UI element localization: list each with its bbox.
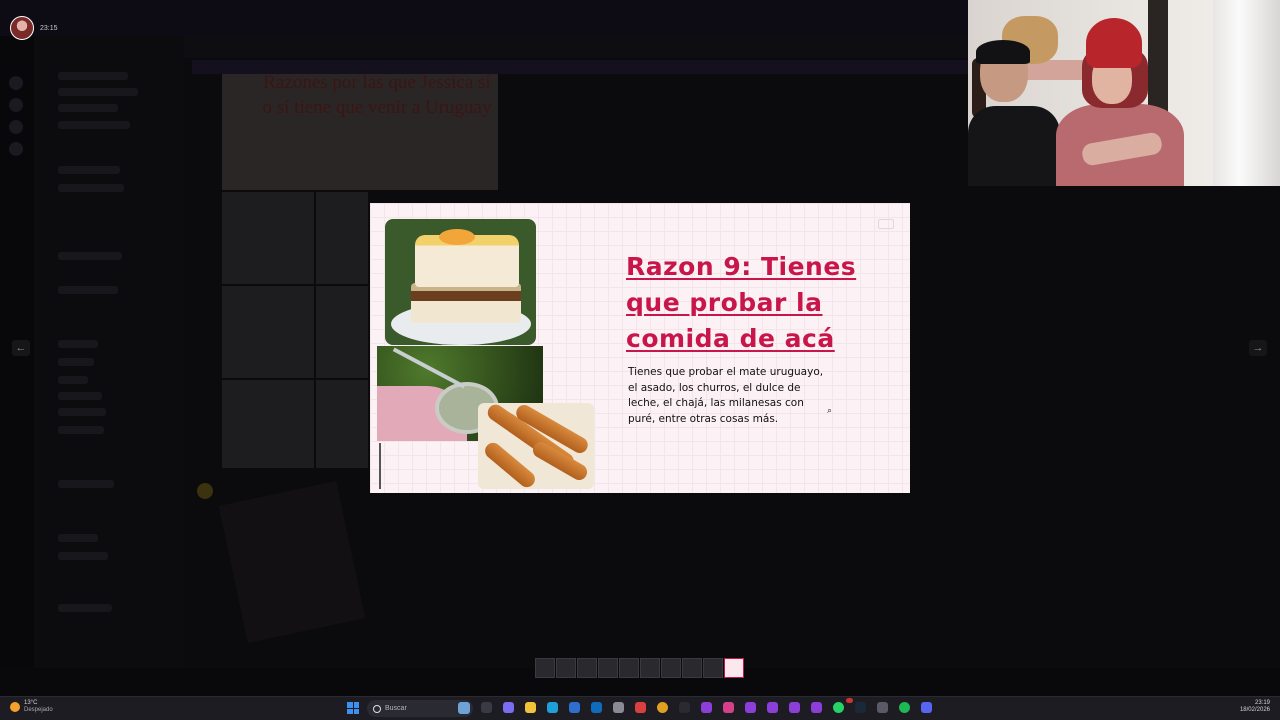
thumbnail[interactable]: [640, 658, 660, 678]
thumbnail-strip: [535, 658, 744, 678]
background-thumbnail: [222, 192, 314, 284]
thumbnail-active[interactable]: [724, 658, 744, 678]
server-icon[interactable]: [9, 98, 23, 112]
image-viewer-slide[interactable]: Razon 9: Tienes que probar la comida de …: [370, 203, 910, 493]
background-thumbnail: [316, 380, 368, 468]
twitch-icon[interactable]: [745, 702, 756, 713]
emoji-icon: [197, 483, 213, 499]
channel-list: [34, 36, 184, 696]
slide-title: Razon 9: Tienes que probar la comida de …: [626, 252, 857, 353]
server-icon[interactable]: [9, 76, 23, 90]
app-title-bar: [0, 0, 968, 36]
next-image-button[interactable]: →: [1249, 340, 1267, 356]
channel-item[interactable]: [58, 358, 94, 366]
steam-icon[interactable]: [855, 702, 866, 713]
copilot-icon[interactable]: [503, 702, 514, 713]
previous-image-button[interactable]: ←: [12, 340, 30, 356]
notification-badge: [846, 698, 853, 703]
app-icon[interactable]: [723, 702, 734, 713]
whatsapp-icon[interactable]: [833, 702, 844, 713]
channel-item[interactable]: [58, 88, 138, 96]
settings-icon[interactable]: [877, 702, 888, 713]
background-thumbnail: [316, 286, 368, 378]
clock-date: 18/02/2026: [1239, 707, 1270, 713]
webcam-overlay: [968, 0, 1280, 186]
background-post-title: Razones por las que Jessica sí o sí tien…: [262, 72, 492, 118]
weather-description: Despejado: [24, 707, 53, 713]
slide-decoration: [878, 219, 894, 229]
thumbnail[interactable]: [556, 658, 576, 678]
background-thumbnail: [222, 286, 314, 378]
task-view-icon[interactable]: [481, 702, 492, 713]
thumbnail[interactable]: [682, 658, 702, 678]
thumbnail[interactable]: [703, 658, 723, 678]
edge-icon[interactable]: [547, 702, 558, 713]
discord-icon[interactable]: [921, 702, 932, 713]
background-thumbnail: [222, 380, 314, 468]
post-time: 23:15: [40, 24, 58, 32]
channel-item[interactable]: [58, 121, 130, 129]
twitch-icon[interactable]: [767, 702, 778, 713]
channel-item[interactable]: [58, 286, 118, 294]
app-icon[interactable]: [635, 702, 646, 713]
avatar[interactable]: [10, 16, 34, 40]
server-icon[interactable]: [9, 142, 23, 156]
channel-item[interactable]: [58, 166, 120, 174]
cake-photo: [385, 219, 536, 345]
store-icon[interactable]: [569, 702, 580, 713]
clock-time: 23:19: [1254, 700, 1270, 706]
spotify-icon[interactable]: [899, 702, 910, 713]
weather-widget[interactable]: 13°C Despejado: [10, 700, 53, 714]
channel-item[interactable]: [58, 534, 98, 542]
thumbnail[interactable]: [661, 658, 681, 678]
slide-body-text: Tienes que probar el mate uruguayo, el a…: [628, 366, 824, 425]
channel-item[interactable]: [58, 552, 108, 560]
app-icon[interactable]: [613, 702, 624, 713]
channel-item[interactable]: [58, 252, 122, 260]
channel-item[interactable]: [58, 480, 114, 488]
outlook-icon[interactable]: [591, 702, 602, 713]
app-icon[interactable]: [679, 702, 690, 713]
twitch-icon[interactable]: [789, 702, 800, 713]
weather-temperature: 13°C: [24, 700, 38, 706]
channel-item[interactable]: [58, 376, 88, 384]
channel-item[interactable]: [58, 604, 112, 612]
channel-item[interactable]: [58, 426, 104, 434]
twitch-icon[interactable]: [811, 702, 822, 713]
server-icon[interactable]: [9, 120, 23, 134]
taskbar: 13°C Despejado Buscar 23:19 18/02/2026: [0, 696, 1280, 720]
channel-item[interactable]: [58, 408, 106, 416]
search-highlight-icon: [458, 702, 470, 714]
search-icon: [373, 704, 381, 713]
weather-icon: [10, 702, 20, 712]
file-explorer-icon[interactable]: [525, 702, 536, 713]
chrome-icon[interactable]: [657, 702, 668, 713]
thumbnail[interactable]: [577, 658, 597, 678]
divider: [379, 443, 381, 489]
zoom-cursor-icon: ⌕: [827, 405, 833, 415]
windows-start-icon[interactable]: [347, 702, 359, 714]
channel-item[interactable]: [58, 392, 102, 400]
thumbnail[interactable]: [598, 658, 618, 678]
channel-item[interactable]: [58, 340, 98, 348]
viewer-profile[interactable]: 23:15: [10, 16, 58, 40]
channel-item[interactable]: [58, 72, 128, 80]
app-icon[interactable]: [701, 702, 712, 713]
thumbnail[interactable]: [619, 658, 639, 678]
background-sticker: [218, 481, 366, 643]
system-clock[interactable]: 23:19 18/02/2026: [1240, 700, 1270, 714]
background-thumbnail: [316, 192, 368, 284]
channel-item[interactable]: [58, 184, 124, 192]
server-rail: [0, 36, 34, 696]
channel-item[interactable]: [58, 104, 118, 112]
streamer-right: [1042, 18, 1192, 186]
churros-photo: [478, 403, 594, 489]
search-placeholder: Buscar: [385, 705, 407, 712]
taskbar-search[interactable]: Buscar: [367, 700, 473, 717]
chat-header: [184, 36, 968, 58]
thumbnail[interactable]: [535, 658, 555, 678]
